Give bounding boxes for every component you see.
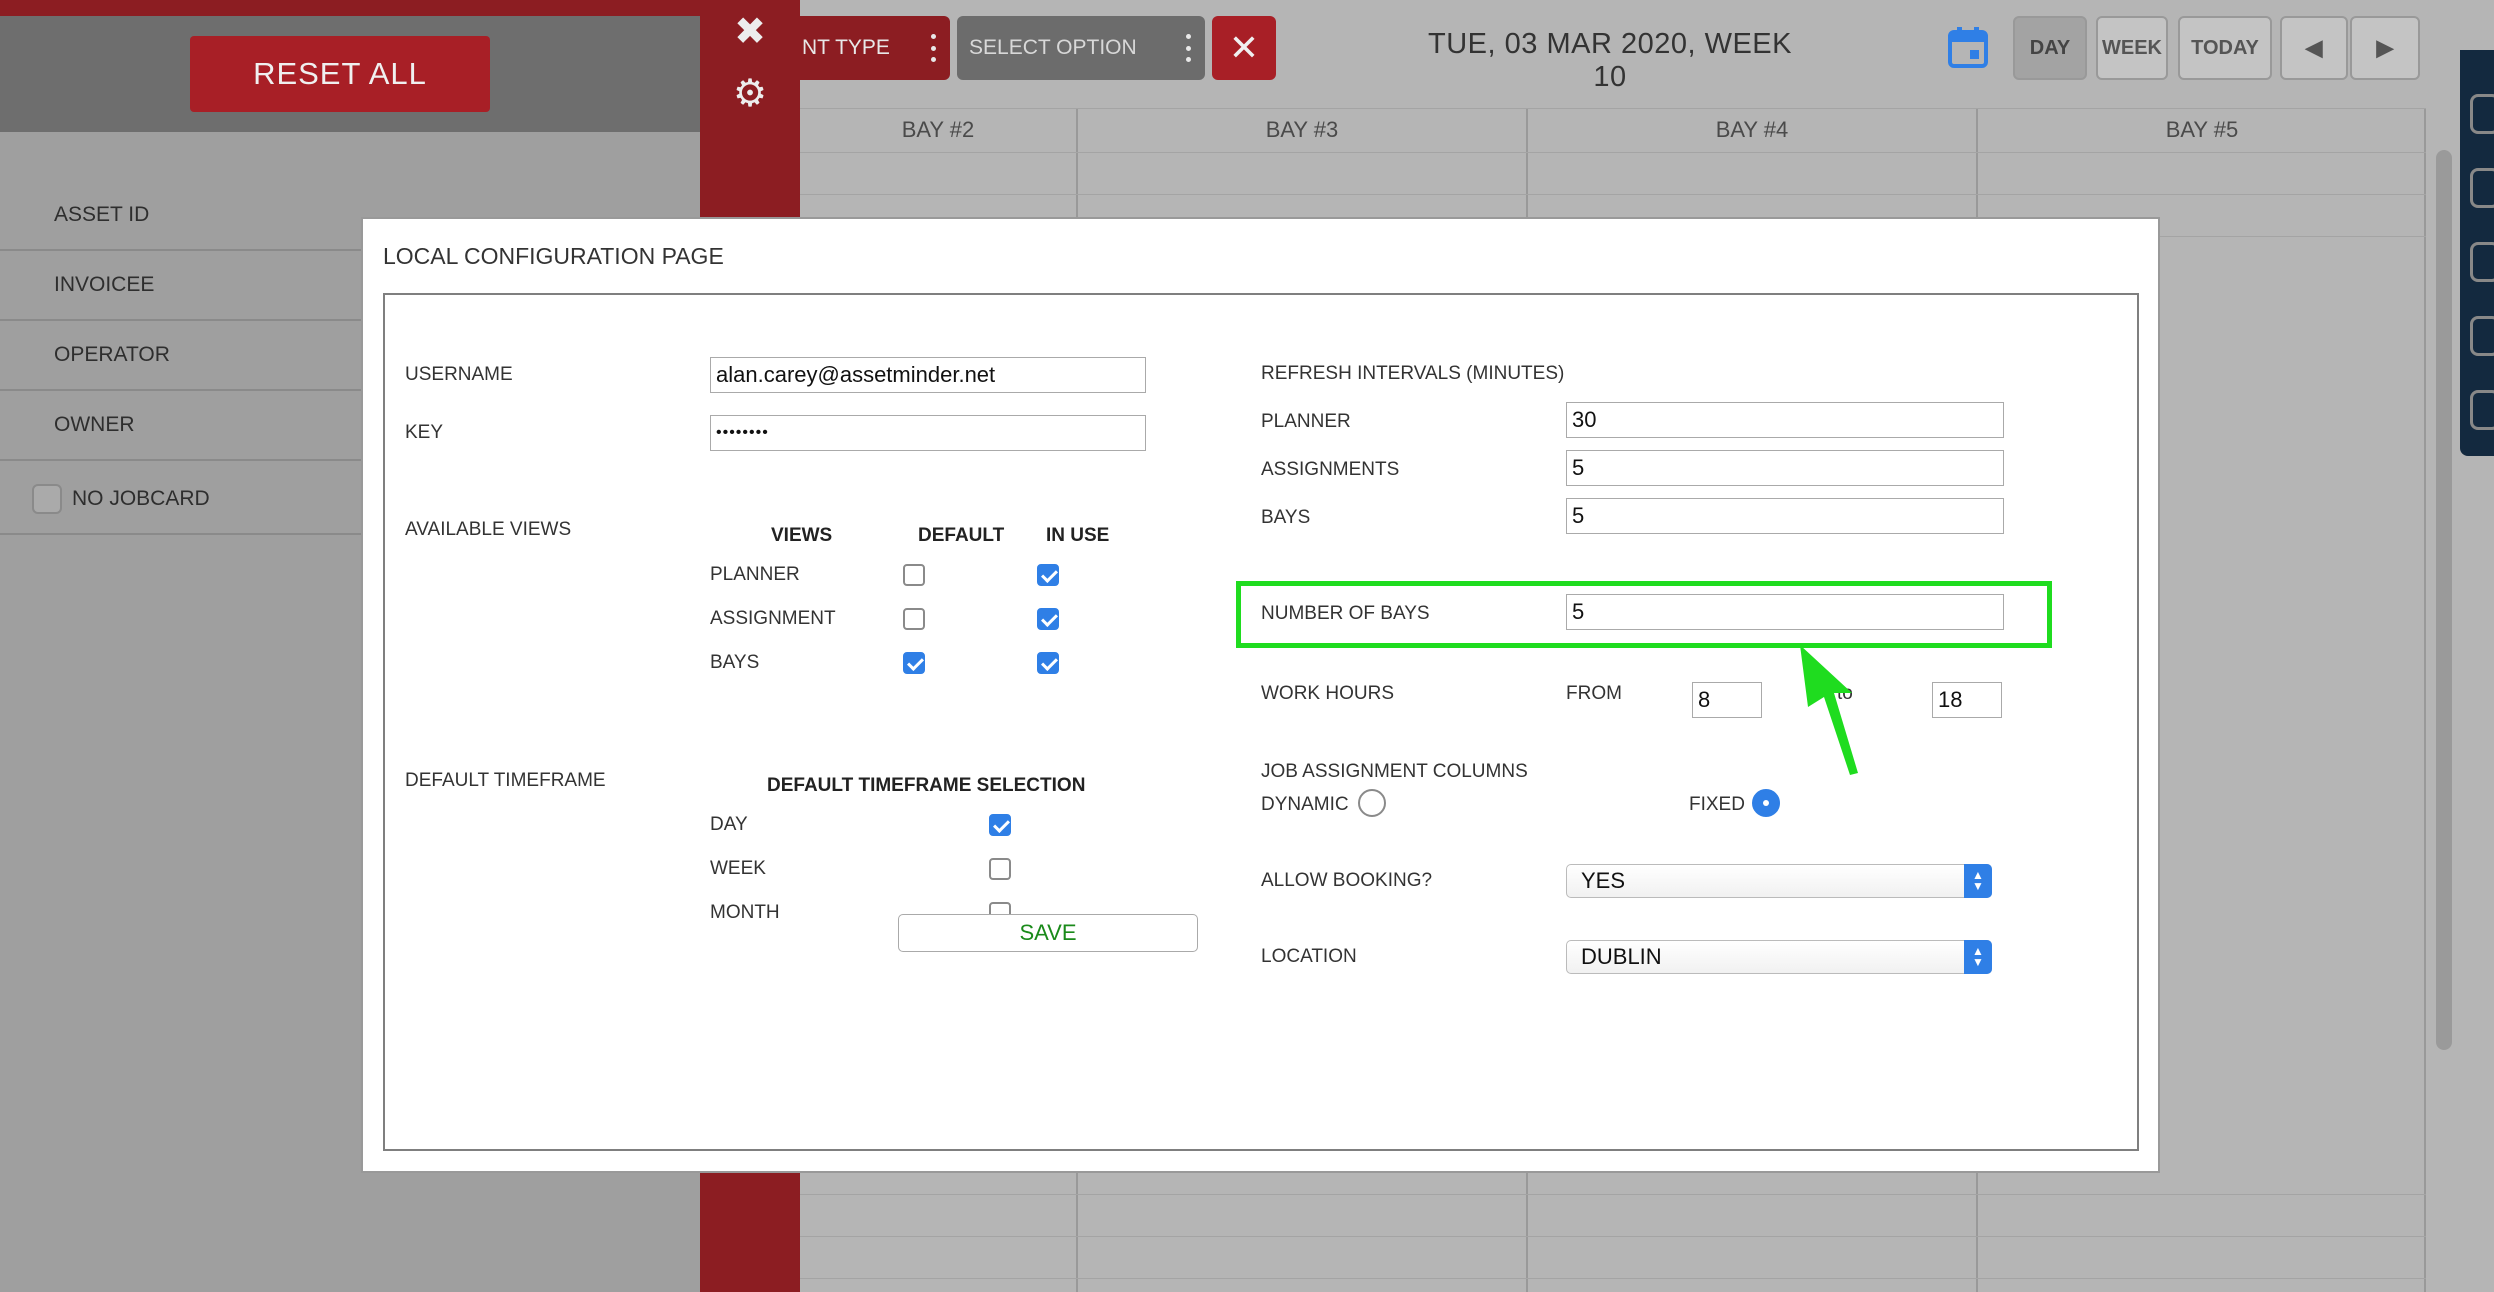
key-label: KEY [405, 422, 444, 443]
assignments-interval-label: ASSIGNMENTS [1261, 459, 1400, 480]
available-views-label: AVAILABLE VIEWS [405, 519, 572, 540]
username-input[interactable]: alan.carey@assetminder.net [710, 357, 1146, 393]
kebab-icon [930, 34, 936, 62]
dynamic-radio[interactable] [1358, 789, 1386, 817]
select-arrows-icon: ▲ ▼ [1964, 940, 1992, 974]
reset-all-button[interactable]: RESET ALL [190, 36, 490, 112]
select-option-dropdown[interactable]: SELECT OPTION [957, 16, 1205, 80]
planner-default-checkbox[interactable] [903, 564, 925, 586]
username-label: USERNAME [405, 364, 513, 385]
allow-booking-select[interactable]: YES ▲ ▼ [1566, 864, 1992, 898]
kebab-icon [1185, 34, 1191, 62]
bay-column-header: BAY #4 [1715, 117, 1789, 142]
day-view-button[interactable]: DAY [2013, 16, 2087, 80]
select-arrows-icon: ▲ ▼ [1964, 864, 1992, 898]
highlight-box [1236, 581, 2052, 648]
views-column-header: VIEWS [771, 525, 833, 546]
grid-scrollbar[interactable] [2436, 150, 2452, 1050]
assignments-interval-input[interactable]: 5 [1566, 450, 2004, 486]
bays-interval-input[interactable]: 5 [1566, 498, 2004, 534]
timeframe-month-label: MONTH [710, 902, 780, 923]
view-name-planner: PLANNER [710, 564, 800, 585]
timeframe-day-checkbox[interactable] [989, 814, 1011, 836]
timeframe-column-header: DEFAULT TIMEFRAME SELECTION [767, 775, 1086, 796]
planner-in-use-checkbox[interactable] [1037, 564, 1059, 586]
document-icon[interactable] [2470, 390, 2494, 430]
clear-filter-button[interactable]: ✕ [1212, 16, 1276, 80]
from-label: FROM [1566, 683, 1622, 704]
annotation-arrow-icon [1800, 645, 1858, 775]
work-hours-to-input[interactable]: 18 [1932, 682, 2002, 718]
modal-title: LOCAL CONFIGURATION PAGE [383, 243, 724, 269]
week-view-button[interactable]: WEEK [2096, 16, 2168, 80]
chat-icon[interactable] [2470, 168, 2494, 208]
timeframe-week-label: WEEK [710, 858, 766, 879]
assignment-in-use-checkbox[interactable] [1037, 608, 1059, 630]
row-divider [800, 152, 2426, 153]
location-select[interactable]: DUBLIN ▲ ▼ [1566, 940, 1992, 974]
filter-panel-header: RESET ALL [0, 0, 700, 132]
allow-booking-value: YES [1581, 868, 1626, 893]
bay-column-header: BAY #3 [1265, 117, 1339, 142]
in-use-column-header: IN USE [1046, 525, 1110, 546]
location-label: LOCATION [1261, 946, 1357, 967]
dynamic-label: DYNAMIC [1261, 794, 1349, 815]
next-button[interactable]: ▶ [2350, 16, 2420, 80]
row-divider [800, 108, 2426, 109]
event-type-dropdown[interactable]: NT TYPE [800, 16, 950, 80]
bay-column-header: BAY #2 [901, 117, 975, 142]
row-divider [800, 1236, 2426, 1237]
assignment-default-checkbox[interactable] [903, 608, 925, 630]
location-value: DUBLIN [1581, 944, 1662, 969]
header-accent-bar [0, 0, 700, 16]
refresh-intervals-label: REFRESH INTERVALS (MINUTES) [1261, 363, 1565, 384]
default-column-header: DEFAULT [918, 525, 1005, 546]
key-input[interactable]: •••••••• [710, 415, 1146, 451]
top-bar: NT TYPE SELECT OPTION ✕ TUE, 03 MAR 2020… [800, 0, 2494, 108]
timeframe-week-checkbox[interactable] [989, 858, 1011, 880]
fixed-radio[interactable] [1752, 789, 1780, 817]
row-divider [800, 194, 2426, 195]
save-button[interactable]: SAVE [898, 914, 1198, 952]
timeframe-day-label: DAY [710, 814, 748, 835]
fixed-label: FIXED [1689, 794, 1745, 815]
right-action-strip [2460, 50, 2494, 456]
column-divider [2424, 108, 2426, 1292]
bays-interval-label: BAYS [1261, 507, 1311, 528]
bays-in-use-checkbox[interactable] [1037, 652, 1059, 674]
local-configuration-modal: LOCAL CONFIGURATION PAGE USERNAME alan.c… [361, 217, 2160, 1173]
document-icon[interactable] [2470, 94, 2494, 134]
select-option-label: SELECT OPTION [969, 36, 1137, 59]
default-timeframe-label: DEFAULT TIMEFRAME [405, 770, 606, 791]
work-hours-from-input[interactable]: 8 [1692, 682, 1762, 718]
planner-interval-label: PLANNER [1261, 411, 1351, 432]
no-jobcard-checkbox[interactable] [32, 484, 62, 514]
gear-icon[interactable]: ⚙ [728, 72, 772, 116]
bay-column-header: BAY #5 [2165, 117, 2239, 142]
no-jobcard-label: NO JOBCARD [72, 487, 210, 510]
work-hours-label: WORK HOURS [1261, 683, 1394, 704]
document-icon[interactable] [2470, 316, 2494, 356]
job-assignment-columns-label: JOB ASSIGNMENT COLUMNS [1261, 761, 1528, 782]
event-type-label: NT TYPE [802, 36, 890, 59]
row-divider [800, 1194, 2426, 1195]
today-button[interactable]: TODAY [2178, 16, 2272, 80]
date-title: TUE, 03 MAR 2020, WEEK 10 [1428, 28, 1792, 93]
calendar-icon[interactable] [1948, 26, 1988, 68]
chat-icon[interactable] [2470, 242, 2494, 282]
bays-default-checkbox[interactable] [903, 652, 925, 674]
allow-booking-label: ALLOW BOOKING? [1261, 870, 1433, 891]
view-name-bays: BAYS [710, 652, 760, 673]
close-icon[interactable]: ✖ [728, 10, 772, 54]
previous-button[interactable]: ◀ [2280, 16, 2348, 80]
row-divider [800, 1278, 2426, 1279]
view-name-assignment: ASSIGNMENT [710, 608, 836, 629]
planner-interval-input[interactable]: 30 [1566, 402, 2004, 438]
